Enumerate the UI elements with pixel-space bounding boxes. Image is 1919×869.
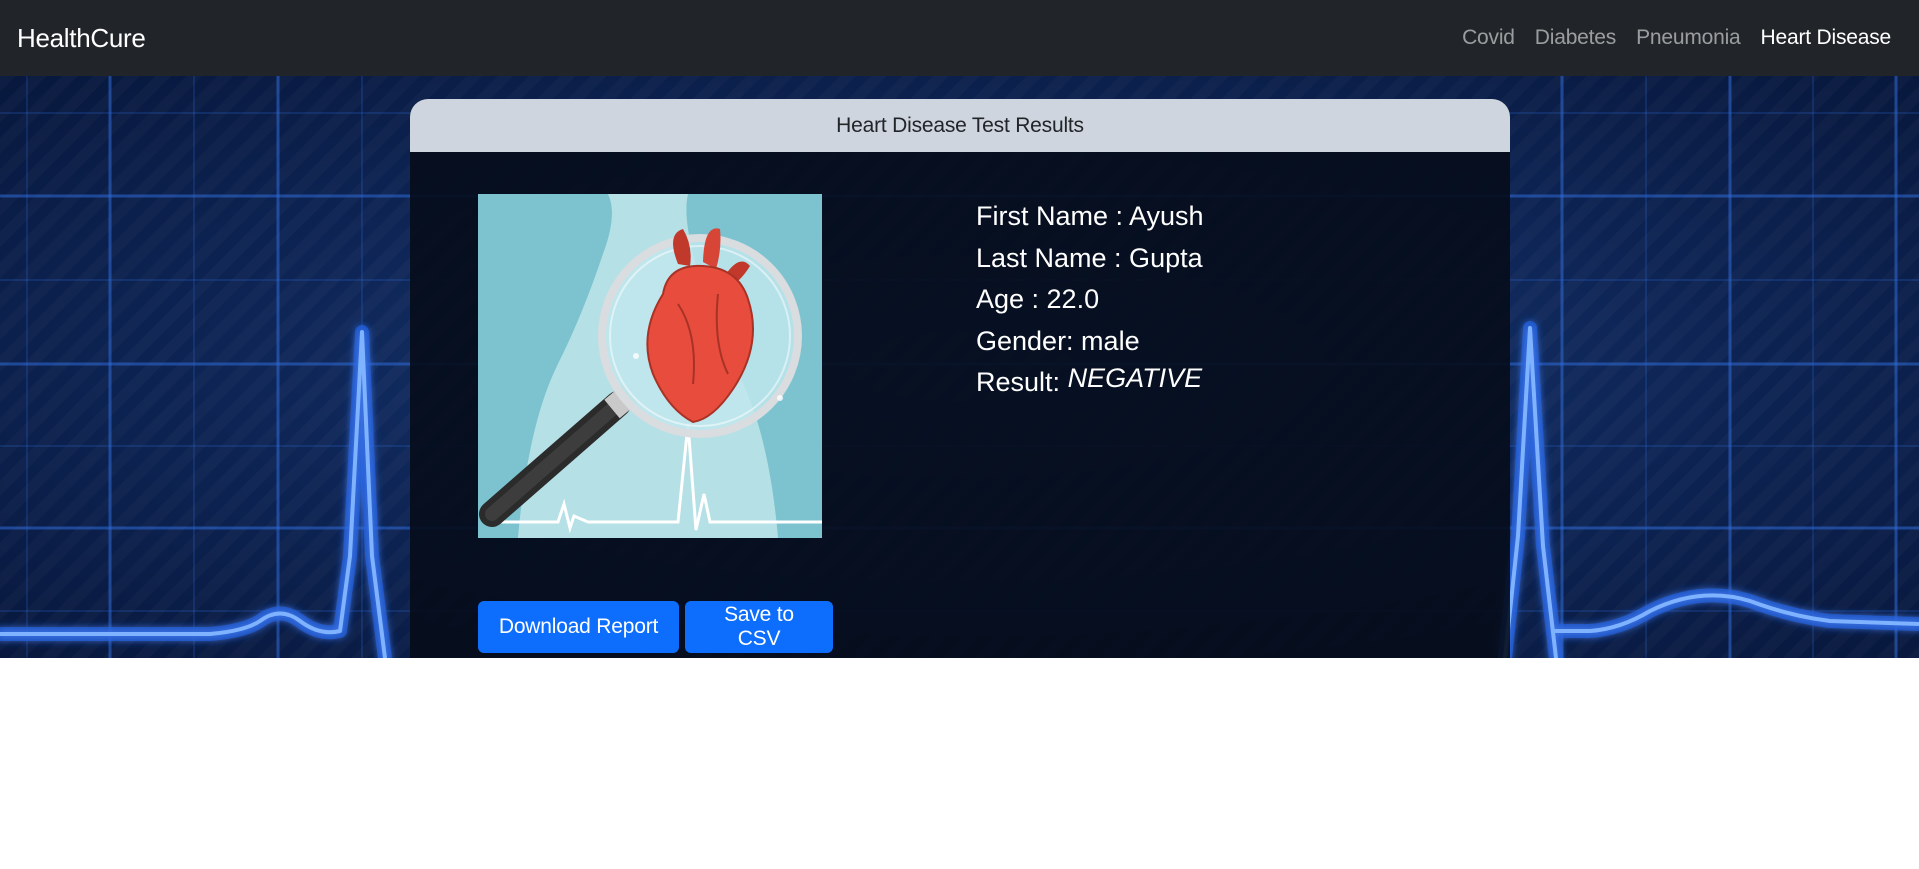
navbar: HealthCure Covid Diabetes Pneumonia Hear…	[0, 0, 1919, 76]
age-row: Age : 22.0	[976, 284, 1100, 314]
hero-background: Heart Disease Test Results First Name: …	[0, 76, 1919, 658]
gender-row: Gender: male	[976, 325, 1140, 356]
result-row: Result: NEGATIVE	[976, 362, 1204, 404]
heart-magnifier-illustration	[478, 194, 822, 538]
results-card: Heart Disease Test Results First Name: …	[410, 99, 1510, 658]
nav-link-covid[interactable]: Covid	[1462, 26, 1515, 50]
nav-links: Covid Diabetes Pneumonia Heart Disease	[1462, 26, 1891, 50]
save-to-csv-button[interactable]: Save to CSV	[685, 601, 833, 653]
result-value: NEGATIVE	[1067, 363, 1203, 393]
patient-info: First Name : Ayush Last Name : Gupta Age…	[976, 196, 1204, 404]
nav-link-pneumonia[interactable]: Pneumonia	[1636, 26, 1741, 50]
card-title: Heart Disease Test Results	[410, 99, 1510, 152]
brand-logo[interactable]: HealthCure	[17, 23, 146, 54]
first-name-row: First Name : Ayush	[976, 201, 1204, 231]
last-name-row: Last Name : Gupta	[976, 242, 1203, 273]
result-label: Result:	[976, 367, 1061, 397]
nav-link-diabetes[interactable]: Diabetes	[1535, 26, 1616, 50]
download-report-button[interactable]: Download Report	[478, 601, 679, 653]
nav-link-heart-disease[interactable]: Heart Disease	[1761, 26, 1892, 50]
